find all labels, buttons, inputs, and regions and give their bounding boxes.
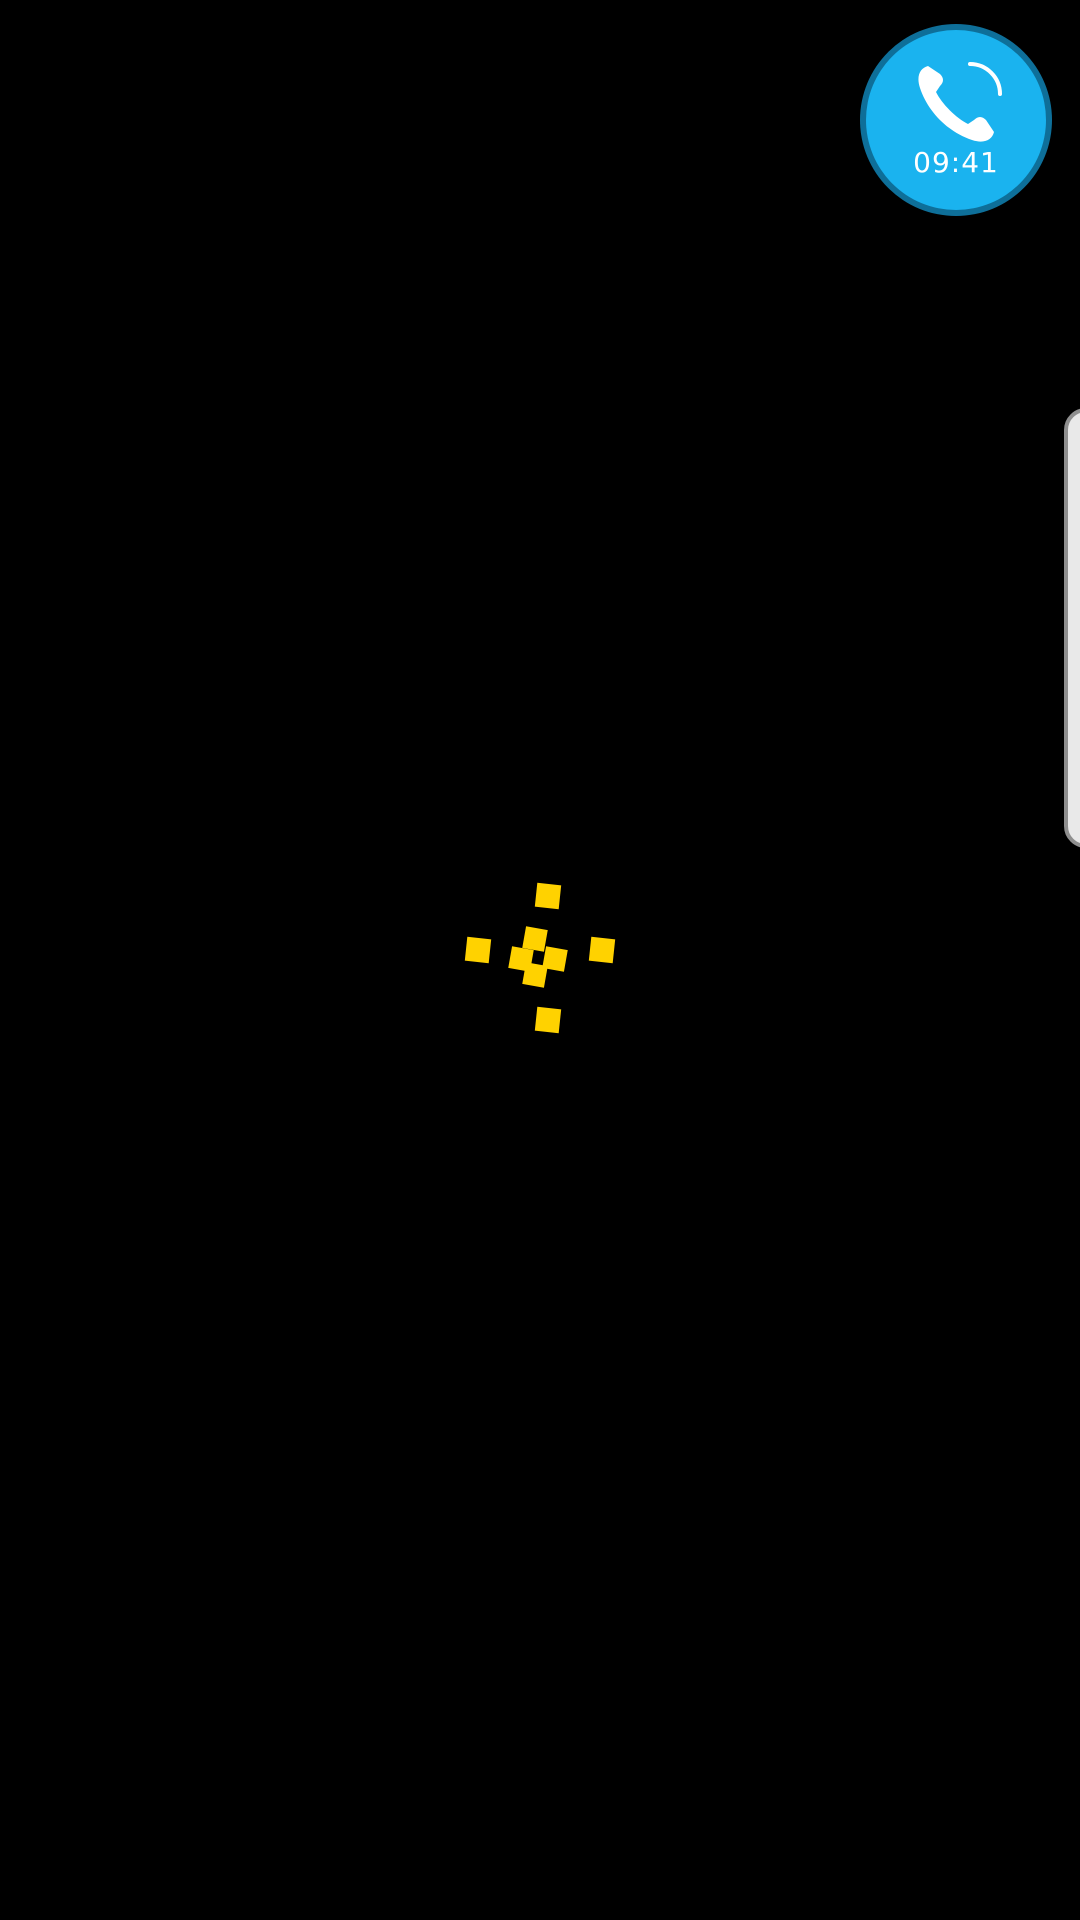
call-timer: 09:41 <box>913 146 999 179</box>
loader-dot <box>534 882 562 910</box>
loader-dot <box>464 936 492 964</box>
loader-dot <box>588 936 616 964</box>
edge-panel-handle[interactable] <box>1064 408 1080 848</box>
screen: 09:41 <box>0 0 1080 1920</box>
phone-icon <box>918 62 1002 142</box>
loader-dot <box>522 926 548 952</box>
loader-dot <box>522 962 548 988</box>
floating-call-bubble[interactable]: 09:41 <box>866 30 1046 210</box>
loading-spinner-icon <box>464 882 616 1034</box>
loader-dot <box>534 1006 562 1034</box>
